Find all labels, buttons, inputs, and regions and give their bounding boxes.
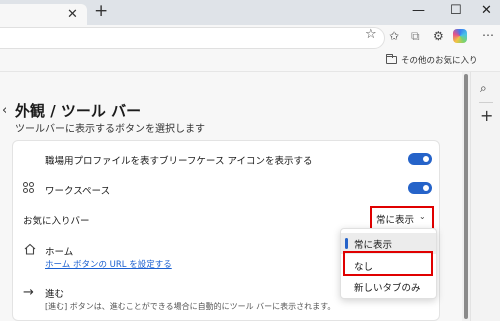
workspaces-toggle[interactable] xyxy=(408,182,432,194)
toolbar: ☆ ✩ ⧉ ⚙ ⋯ xyxy=(0,25,500,50)
search-icon[interactable]: ⌕ xyxy=(480,81,487,96)
favorite-star-icon[interactable]: ☆ xyxy=(365,27,377,42)
right-sidebar: ⌕ + xyxy=(470,72,500,321)
work-profile-toggle[interactable] xyxy=(408,153,432,165)
workspaces-icon xyxy=(23,182,35,194)
more-menu-icon[interactable]: ⋯ xyxy=(482,28,494,42)
forward-description: [進む] ボタンは、進むことができる場合に自動的にツール バーに表示されます。 xyxy=(45,302,336,311)
favorites-bar: その他のお気に入り xyxy=(0,50,500,72)
title-bar: ✕ + — ☐ ✕ xyxy=(0,0,500,25)
page-subtitle: ツールバーに表示するボタンを選択します xyxy=(15,124,205,135)
menu-option-new-tab-only[interactable]: 新しいタブのみ xyxy=(341,276,436,297)
page-title: 外観 / ツール バー xyxy=(15,102,142,120)
address-bar[interactable] xyxy=(0,27,385,49)
other-favorites-folder[interactable]: その他のお気に入り xyxy=(401,54,478,66)
highlight-box xyxy=(343,251,433,276)
work-profile-label: 職場用プロファイルを表すブリーフケース アイコンを表示する xyxy=(45,156,313,167)
extensions-icon[interactable]: ⚙ xyxy=(433,29,444,43)
scrollbar-thumb[interactable] xyxy=(464,74,468,319)
minimize-button[interactable]: — xyxy=(412,3,425,18)
sidebar-divider xyxy=(479,102,493,103)
home-icon xyxy=(24,243,36,255)
forward-arrow-icon: → xyxy=(23,285,34,300)
copilot-icon[interactable] xyxy=(453,29,467,43)
add-icon[interactable]: + xyxy=(480,106,493,125)
close-tab-icon[interactable]: ✕ xyxy=(67,7,78,22)
folder-icon xyxy=(386,54,397,64)
maximize-button[interactable]: ☐ xyxy=(450,3,462,18)
favorites-icon[interactable]: ✩ xyxy=(389,29,399,43)
browser-tab[interactable]: ✕ xyxy=(0,4,87,25)
forward-label: 進む xyxy=(45,289,65,300)
collections-icon[interactable]: ⧉ xyxy=(411,29,420,43)
home-label: ホーム xyxy=(45,247,74,258)
home-url-link[interactable]: ホーム ボタンの URL を設定する xyxy=(45,258,172,270)
workspaces-label: ワークスペース xyxy=(45,186,111,197)
close-window-button[interactable]: ✕ xyxy=(481,3,492,18)
favorites-bar-label: お気に入りバー xyxy=(23,216,90,227)
back-chevron-icon[interactable]: ‹ xyxy=(2,103,7,118)
chevron-down-icon: ⌄ xyxy=(419,212,426,221)
new-tab-button[interactable]: + xyxy=(94,2,108,21)
